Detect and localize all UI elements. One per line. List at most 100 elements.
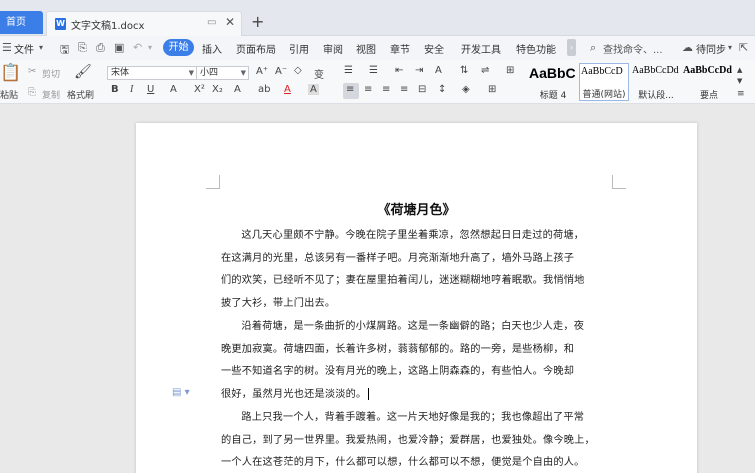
align-center-icon[interactable]: ≡	[364, 84, 372, 95]
phonetic-icon[interactable]: 变	[314, 66, 324, 81]
print-icon[interactable]: ⎙	[96, 41, 105, 55]
menu-review[interactable]: 审阅	[323, 41, 343, 56]
menu-developer[interactable]: 开发工具	[461, 41, 501, 56]
grow-font-icon[interactable]: A⁺	[256, 66, 268, 77]
style-heading4[interactable]: AaBbC 标题 4	[528, 63, 578, 101]
italic-icon[interactable]: I	[130, 84, 133, 95]
increase-indent-icon[interactable]: ⇥	[415, 65, 423, 76]
bold-icon[interactable]: B	[111, 84, 119, 95]
format-painter-button[interactable]: 格式刷	[67, 88, 94, 101]
superscript-icon[interactable]: X²	[194, 84, 205, 95]
cut-icon[interactable]: ✂	[28, 66, 36, 77]
style-default-paragraph[interactable]: AaBbCcDd 默认段...	[631, 63, 681, 101]
writer-doc-icon: W	[55, 18, 66, 30]
text-effect-icon[interactable]: A	[234, 84, 241, 95]
save-icon[interactable]: 🖫	[60, 41, 69, 60]
menu-bar: ☰ 文件 ▾ 🖫 ⎘ ⎙ ▣ ↶ ▾ 开始 插入 页面布局 引用 审阅 视图 章…	[0, 36, 755, 60]
style-label: 默认段...	[638, 91, 674, 101]
borders-icon[interactable]: ⊞	[488, 84, 496, 95]
command-search[interactable]: 查找命令、...	[603, 41, 663, 56]
highlight-icon[interactable]: ab	[258, 84, 270, 95]
text-line: 一个人在这苍茫的月下，什么都可以想，什么都可以不想，便觉是个自由的人。	[221, 457, 585, 468]
chevron-down-icon[interactable]: ▾	[39, 43, 43, 52]
print-preview-icon[interactable]: ▣	[114, 41, 124, 54]
line-spacing-icon[interactable]: ↕	[438, 84, 446, 95]
text-line: 路上只我一个人，背着手踱着。这一片天地好像是我的；我也像超出了平常	[241, 412, 585, 423]
decrease-indent-icon[interactable]: ⇤	[395, 65, 403, 76]
cut-button[interactable]: 剪切	[42, 67, 60, 80]
menu-file[interactable]: 文件	[14, 41, 34, 56]
new-tab-icon[interactable]: +	[251, 12, 264, 31]
text-line: 一些不知道名字的树。没有月光的晚上，这路上阴森森的，有些怕人。今晚却	[221, 366, 575, 377]
shading-icon[interactable]: ◈	[462, 84, 470, 95]
chevron-down-icon[interactable]: ▾	[148, 43, 152, 52]
paste-icon[interactable]: 📋	[0, 63, 21, 83]
font-size-select[interactable]: 小四 ▼	[196, 66, 249, 80]
table-borders-icon[interactable]: ⊞	[506, 65, 514, 76]
paragraph-2: 沿着荷塘，是一条曲折的小煤屑路。这是一条幽僻的路；白天也少人走，夜 晚更加寂寞。…	[221, 316, 607, 406]
document-page[interactable]: 《荷塘月色》 这几天心里颇不宁静。今晚在院子里坐着乘凉，忽然想起日日走过的荷塘，…	[136, 123, 697, 473]
menu-sections[interactable]: 章节	[390, 41, 410, 56]
chevron-down-icon[interactable]: ▾	[728, 43, 732, 52]
font-size-value: 小四	[200, 68, 219, 78]
style-label: 普通(网站)	[582, 90, 626, 100]
font-color-icon[interactable]: A	[284, 84, 291, 95]
tab-bar: 首页 W 文字文稿1.docx ▭ ✕ +	[0, 0, 755, 36]
numbering-icon[interactable]: ☰	[369, 65, 378, 76]
styles-scroll-up-icon[interactable]: ▲	[737, 66, 742, 74]
menu-scroll-icon[interactable]: ›	[567, 39, 576, 56]
style-label: 要点	[699, 91, 718, 101]
menu-insert[interactable]: 插入	[202, 41, 222, 56]
window-icon[interactable]: ▭	[207, 17, 216, 28]
tab-document[interactable]: W 文字文稿1.docx ▭ ✕	[46, 11, 242, 36]
tab-home[interactable]: 首页	[0, 11, 43, 34]
align-right-icon[interactable]: ≡	[382, 84, 390, 95]
subscript-icon[interactable]: X₂	[212, 84, 223, 95]
close-icon[interactable]: ✕	[225, 15, 235, 29]
chinese-layout-icon[interactable]: A	[435, 65, 442, 76]
menu-start[interactable]: 开始	[163, 39, 194, 56]
format-painter-icon[interactable]: 🖌	[74, 64, 92, 80]
bullets-icon[interactable]: ☰	[344, 65, 353, 76]
text-line-with-caret: 很好，虽然月光也还是淡淡的。	[221, 384, 607, 407]
cloud-icon: ☁	[682, 41, 693, 54]
text-line: 们的欢笑，已经听不见了；妻在屋里拍着闰儿，迷迷糊糊地哼着眠歌。我悄悄地	[221, 275, 585, 286]
styles-scroll-down-icon[interactable]: ▼	[737, 77, 742, 85]
style-label: 标题 4	[539, 91, 567, 101]
paragraph-layout-icon[interactable]: ▤ ▾	[172, 387, 190, 398]
char-shading-icon[interactable]: A	[308, 84, 319, 95]
align-left-icon[interactable]: ≡	[346, 84, 354, 95]
menu-view[interactable]: 视图	[356, 41, 376, 56]
chevron-down-icon: ▼	[240, 69, 246, 77]
distributed-icon[interactable]: ⊟	[418, 84, 426, 95]
sort-icon[interactable]: ⇅	[460, 65, 468, 76]
ribbon-toolbar: 📋 粘贴 ✂ 剪切 ⎘ 复制 🖌 格式刷 宋体 ▼ 小四 ▼ A⁺ A⁻ ◇ 变 B…	[0, 60, 755, 104]
paste-button[interactable]: 粘贴	[0, 88, 18, 101]
menu-features[interactable]: 特色功能	[516, 41, 556, 56]
style-preview: AaBbC	[529, 65, 576, 81]
show-marks-icon[interactable]: ⇌	[481, 65, 489, 76]
style-key-point[interactable]: AaBbCcDd 要点	[682, 63, 736, 101]
font-name-select[interactable]: 宋体 ▼	[107, 66, 197, 80]
menu-icon[interactable]: ☰	[2, 41, 12, 54]
menu-layout[interactable]: 页面布局	[236, 41, 276, 56]
sync-status[interactable]: 待同步	[696, 41, 726, 56]
style-normal-web[interactable]: AaBbCcD 普通(网站)	[579, 63, 629, 101]
justify-icon[interactable]: ≡	[400, 84, 408, 95]
paragraph-3: 路上只我一个人，背着手踱着。这一片天地好像是我的；我也像超出了平常 的自己，到了…	[221, 407, 607, 473]
export-pdf-icon[interactable]: ⎘	[78, 41, 87, 55]
strikethrough-icon[interactable]: A	[170, 84, 177, 95]
copy-button[interactable]: 复制	[42, 88, 60, 101]
styles-expand-icon[interactable]: ≡	[737, 89, 745, 99]
underline-icon[interactable]: U	[147, 84, 154, 95]
text-line: 的自己，到了另一世界里。我爱热闹，也爱冷静；爱群居，也爱独处。像今晚上，	[221, 434, 595, 446]
text-line: 在这满月的光里，总该另有一番样子吧。月亮渐渐地升高了，墙外马路上孩子	[221, 252, 575, 264]
menu-security[interactable]: 安全	[424, 41, 444, 56]
undo-icon[interactable]: ↶	[133, 41, 142, 54]
margin-mark-left	[206, 175, 220, 189]
copy-icon[interactable]: ⎘	[28, 87, 36, 98]
shrink-font-icon[interactable]: A⁻	[275, 66, 287, 77]
share-icon[interactable]: ⇱	[739, 41, 748, 54]
menu-references[interactable]: 引用	[289, 41, 309, 56]
clear-format-icon[interactable]: ◇	[294, 65, 302, 76]
